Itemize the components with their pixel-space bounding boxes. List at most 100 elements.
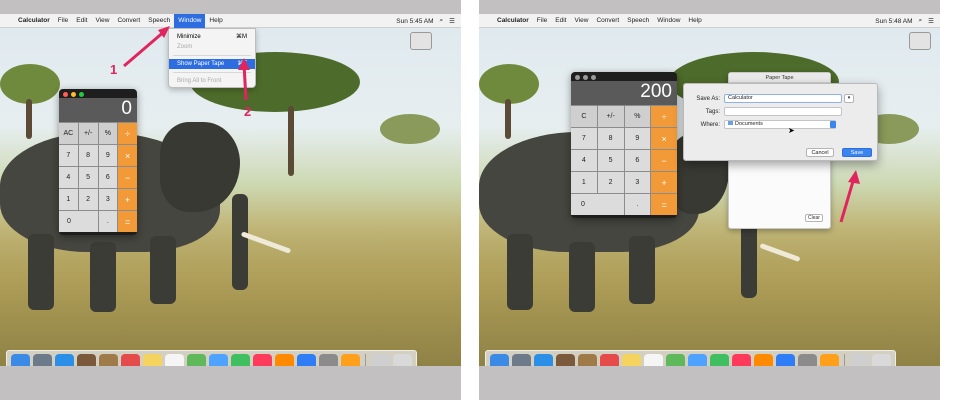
- decimal-key[interactable]: .: [624, 194, 651, 215]
- digit-9-key[interactable]: 9: [98, 145, 118, 166]
- zoom-button[interactable]: [79, 92, 84, 97]
- notification-center-icon[interactable]: ☰: [928, 17, 934, 25]
- calculator-icon[interactable]: [820, 353, 839, 366]
- multiply-key[interactable]: ×: [651, 128, 677, 149]
- digit-7-key[interactable]: 7: [59, 145, 78, 166]
- close-button[interactable]: [63, 92, 68, 97]
- calculator-icon[interactable]: [341, 353, 360, 366]
- clear-key[interactable]: C: [571, 106, 597, 127]
- divide-key[interactable]: ÷: [651, 106, 677, 127]
- minimize-button[interactable]: [583, 75, 588, 80]
- menu-window[interactable]: Window: [174, 13, 206, 28]
- contacts-icon[interactable]: [578, 353, 597, 366]
- tags-field[interactable]: [724, 107, 842, 116]
- downloads-icon[interactable]: [850, 353, 869, 366]
- digit-1-key[interactable]: 1: [59, 189, 78, 210]
- trash-icon[interactable]: [872, 353, 891, 366]
- calculator-window[interactable]: 200 C +/- % ÷ 7 8 9 × 4 5 6 − 1 2 3 + 0 …: [571, 72, 677, 218]
- equals-key[interactable]: =: [651, 194, 677, 215]
- downloads-icon[interactable]: [371, 353, 390, 366]
- system-preferences-icon[interactable]: [798, 353, 817, 366]
- save-as-field[interactable]: Calculator: [724, 94, 842, 103]
- menu-edit[interactable]: Edit: [72, 14, 91, 28]
- maps-icon[interactable]: [187, 353, 206, 366]
- minimize-button[interactable]: [71, 92, 76, 97]
- menu-speech[interactable]: Speech: [144, 14, 174, 28]
- percent-key[interactable]: %: [98, 123, 118, 144]
- digit-4-key[interactable]: 4: [571, 150, 597, 171]
- reminders-icon[interactable]: [644, 353, 663, 366]
- clock[interactable]: Sun 5:45 AM: [396, 18, 433, 25]
- notification-center-icon[interactable]: ☰: [449, 17, 455, 25]
- calculator-window[interactable]: 0 AC +/- % ÷ 7 8 9 × 4 5 6 − 1 2 3 + 0 .…: [59, 89, 137, 235]
- calendar-icon[interactable]: [121, 353, 140, 366]
- menu-convert[interactable]: Convert: [592, 14, 623, 28]
- close-button[interactable]: [575, 75, 580, 80]
- books-icon[interactable]: [275, 353, 294, 366]
- menu-help[interactable]: Help: [684, 14, 705, 28]
- hard-drive-icon[interactable]: [909, 32, 931, 50]
- launchpad-icon[interactable]: [512, 353, 531, 366]
- digit-9-key[interactable]: 9: [624, 128, 651, 149]
- menu-view[interactable]: View: [570, 14, 592, 28]
- where-select[interactable]: Documents: [724, 120, 836, 129]
- digit-6-key[interactable]: 6: [624, 150, 651, 171]
- menu-app-name[interactable]: Calculator: [14, 14, 54, 28]
- music-icon[interactable]: [253, 353, 272, 366]
- notes-icon[interactable]: [143, 353, 162, 366]
- cancel-button[interactable]: Cancel: [806, 148, 834, 157]
- digit-0-key[interactable]: 0: [59, 211, 98, 232]
- menu-file[interactable]: File: [54, 14, 72, 28]
- menu-edit[interactable]: Edit: [551, 14, 570, 28]
- digit-3-key[interactable]: 3: [624, 172, 651, 193]
- digit-2-key[interactable]: 2: [597, 172, 624, 193]
- sign-key[interactable]: +/-: [78, 123, 98, 144]
- menu-item-zoom[interactable]: Zoom: [169, 42, 255, 52]
- window-menu[interactable]: Minimize ⌘M Zoom Show Paper Tape ⌘T Bring …: [168, 28, 256, 88]
- messages-icon[interactable]: [209, 353, 228, 366]
- finder-icon[interactable]: [490, 353, 509, 366]
- calculator-titlebar[interactable]: [571, 72, 677, 81]
- maps-icon[interactable]: [666, 353, 685, 366]
- search-icon[interactable]: ⌕: [919, 17, 923, 25]
- digit-3-key[interactable]: 3: [98, 189, 118, 210]
- messages-icon[interactable]: [688, 353, 707, 366]
- safari-icon[interactable]: [55, 353, 74, 366]
- facetime-icon[interactable]: [710, 353, 729, 366]
- sign-key[interactable]: +/-: [597, 106, 624, 127]
- clear-key[interactable]: AC: [59, 123, 78, 144]
- finder-icon[interactable]: [11, 353, 30, 366]
- photos-icon[interactable]: [556, 353, 575, 366]
- clear-button[interactable]: Clear: [805, 214, 823, 222]
- menu-window[interactable]: Window: [653, 14, 684, 28]
- digit-7-key[interactable]: 7: [571, 128, 597, 149]
- digit-2-key[interactable]: 2: [78, 189, 98, 210]
- notes-icon[interactable]: [622, 353, 641, 366]
- search-icon[interactable]: ⌕: [440, 17, 444, 25]
- menu-help[interactable]: Help: [205, 14, 226, 28]
- decimal-key[interactable]: .: [98, 211, 118, 232]
- multiply-key[interactable]: ×: [118, 145, 137, 166]
- save-button[interactable]: Save: [842, 148, 872, 157]
- subtract-key[interactable]: −: [651, 150, 677, 171]
- divide-key[interactable]: ÷: [118, 123, 137, 144]
- digit-0-key[interactable]: 0: [571, 194, 624, 215]
- clock[interactable]: Sun 5:48 AM: [875, 18, 912, 25]
- digit-5-key[interactable]: 5: [78, 167, 98, 188]
- add-key[interactable]: +: [118, 189, 137, 210]
- safari-icon[interactable]: [534, 353, 553, 366]
- calendar-icon[interactable]: [600, 353, 619, 366]
- zoom-button[interactable]: [591, 75, 596, 80]
- expand-button[interactable]: ▾: [844, 94, 854, 103]
- facetime-icon[interactable]: [231, 353, 250, 366]
- appstore-icon[interactable]: [297, 353, 316, 366]
- appstore-icon[interactable]: [776, 353, 795, 366]
- equals-key[interactable]: =: [118, 211, 137, 232]
- save-dialog[interactable]: Save As: Calculator ▾ Tags: Where: Docum…: [683, 83, 878, 161]
- digit-8-key[interactable]: 8: [78, 145, 98, 166]
- menu-view[interactable]: View: [91, 14, 113, 28]
- digit-1-key[interactable]: 1: [571, 172, 597, 193]
- books-icon[interactable]: [754, 353, 773, 366]
- reminders-icon[interactable]: [165, 353, 184, 366]
- menu-app-name[interactable]: Calculator: [493, 14, 533, 28]
